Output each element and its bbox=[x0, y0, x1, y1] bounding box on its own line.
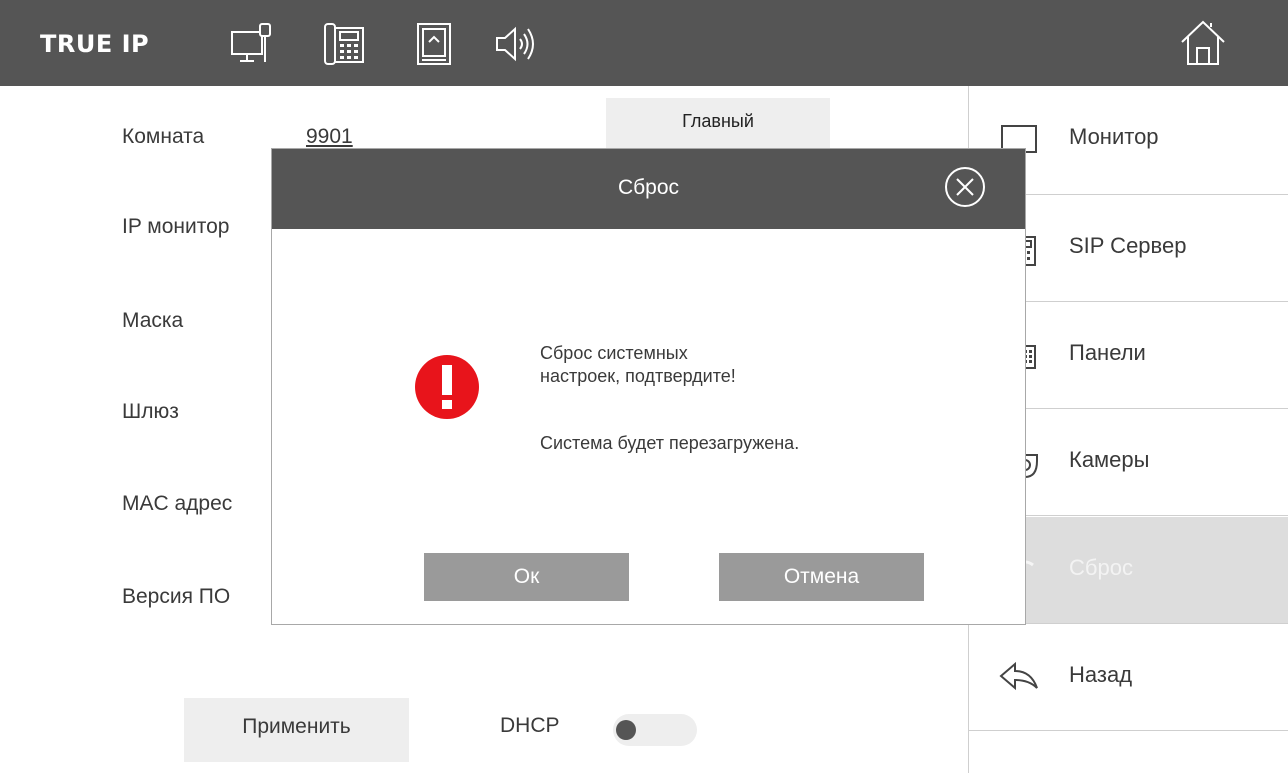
apply-button-label: Применить bbox=[242, 715, 351, 738]
mask-label: Маска bbox=[122, 309, 184, 332]
sd-card-icon[interactable] bbox=[412, 22, 456, 66]
menu-item-label: Назад bbox=[1069, 662, 1133, 687]
home-icon[interactable] bbox=[1178, 18, 1228, 68]
dialog-message-line3: Система будет перезагружена. bbox=[540, 433, 800, 453]
main-role-button[interactable]: Главный bbox=[606, 98, 830, 148]
apply-button[interactable]: Применить bbox=[184, 698, 409, 762]
room-label: Комната bbox=[122, 125, 205, 148]
back-arrow-icon bbox=[999, 658, 1039, 698]
dialog-message-line2: настроек, подтвердите! bbox=[540, 366, 736, 386]
menu-item-label: Сброс bbox=[1069, 555, 1133, 580]
brand-logo: TRUE IP bbox=[40, 30, 150, 58]
close-icon[interactable] bbox=[944, 166, 986, 208]
mac-address-label: MAC адрес bbox=[122, 492, 233, 515]
firmware-version-label: Версия ПО bbox=[122, 585, 231, 608]
gateway-label: Шлюз bbox=[122, 400, 179, 423]
menu-item-label: Панели bbox=[1069, 340, 1146, 365]
ok-button-label: Ок bbox=[513, 565, 540, 588]
dialog-title: Сброс bbox=[617, 176, 680, 199]
toggle-knob bbox=[616, 720, 636, 740]
top-bar: TRUE IP bbox=[0, 0, 1288, 86]
menu-item-label: Монитор bbox=[1069, 124, 1159, 149]
phone-icon[interactable] bbox=[322, 22, 366, 66]
cancel-button-label: Отмена bbox=[783, 565, 860, 588]
speaker-icon[interactable] bbox=[494, 22, 538, 66]
monitor-icon[interactable] bbox=[230, 22, 274, 66]
room-value[interactable]: 9901 bbox=[306, 125, 353, 149]
menu-item-label: SIP Сервер bbox=[1069, 233, 1187, 258]
main-role-label: Главный bbox=[682, 111, 754, 131]
dialog-header: Сброс bbox=[272, 149, 1025, 229]
warning-icon bbox=[415, 355, 479, 419]
menu-item-back[interactable]: Назад bbox=[969, 624, 1288, 731]
cancel-button[interactable]: Отмена bbox=[719, 553, 924, 601]
dhcp-toggle[interactable] bbox=[613, 714, 697, 746]
ok-button[interactable]: Ок bbox=[424, 553, 629, 601]
reset-dialog: Сброс Сброс системных настроек, подтверд… bbox=[271, 148, 1026, 625]
dialog-message-line1: Сброс системных bbox=[540, 343, 688, 363]
menu-item-label: Камеры bbox=[1069, 447, 1150, 472]
dhcp-label: DHCP bbox=[500, 714, 560, 737]
ip-monitor-label: IP монитор bbox=[122, 215, 230, 238]
